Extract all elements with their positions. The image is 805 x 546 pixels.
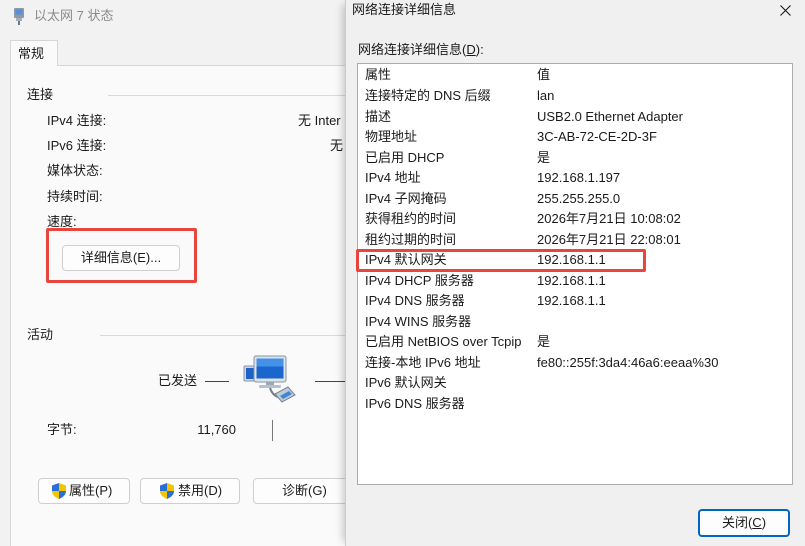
row-property: IPv6 默认网关: [365, 375, 447, 390]
row-value: 是: [537, 149, 551, 165]
received-dash: [315, 381, 345, 382]
row-property: 物理地址: [365, 129, 418, 144]
properties-button[interactable]: 属性(P): [38, 478, 130, 504]
row-property: IPv4 子网掩码: [365, 190, 447, 206]
tab-general-label: 常规: [18, 46, 45, 61]
column-header-value[interactable]: 值: [537, 64, 550, 86]
list-label-suffix: ):: [475, 42, 484, 57]
row-value: 255.255.255.0: [537, 190, 621, 206]
row-property: 已启用 DHCP: [365, 149, 445, 165]
close-button-access-key: C: [752, 515, 762, 530]
shield-icon: [52, 483, 66, 499]
diagnose-button[interactable]: 诊断(G): [253, 478, 353, 504]
list-label-access-key: D: [466, 42, 476, 57]
properties-button-label: 属性(P): [69, 483, 113, 498]
row-property: 租约过期的时间: [365, 231, 457, 247]
detail-row[interactable]: IPv4 DHCP 服务器 192.168.1.1: [358, 271, 792, 292]
ethernet-adapter-icon: [12, 7, 26, 25]
list-label-text: 网络连接详细信息(: [358, 42, 467, 57]
row-value: 192.168.1.1: [537, 272, 606, 288]
close-icon[interactable]: [770, 0, 800, 21]
row-property: IPv4 DNS 服务器: [365, 293, 465, 308]
row-value: 2026年7月21日 22:08:01: [537, 231, 681, 247]
details-list-label: 网络连接详细信息(D):: [358, 42, 484, 58]
duration-label: 持续时间:: [47, 189, 103, 204]
ipv4-connectivity-value: 无 Inter: [298, 113, 341, 128]
detail-row[interactable]: 描述 USB2.0 Ethernet Adapter: [358, 107, 792, 128]
close-button-suffix: ): [761, 515, 767, 530]
row-property: IPv4 地址: [365, 170, 421, 185]
close-button[interactable]: 关闭(C): [698, 509, 790, 537]
ipv4-connectivity-label: IPv4 连接:: [47, 113, 107, 128]
sent-dash: [205, 381, 229, 382]
row-property: 获得租约的时间: [365, 211, 457, 226]
detail-row[interactable]: IPv4 DNS 服务器 192.168.1.1: [358, 291, 792, 312]
row-value: 2026年7月21日 10:08:02: [537, 211, 681, 226]
row-property: IPv4 DHCP 服务器: [365, 272, 474, 288]
details-list[interactable]: 属性 值 连接特定的 DNS 后缀 lan 描述 USB2.0 Ethernet Ad…: [356, 63, 793, 485]
row-property: 已启用 NetBIOS over Tcpip: [365, 334, 522, 349]
detail-row[interactable]: IPv6 DNS 服务器: [358, 394, 792, 415]
detail-row[interactable]: 连接特定的 DNS 后缀 lan: [358, 86, 792, 107]
shield-icon: [160, 483, 174, 499]
detail-row[interactable]: 租约过期的时间 2026年7月21日 22:08:01: [358, 230, 792, 251]
row-value: USB2.0 Ethernet Adapter: [537, 108, 683, 124]
row-value: 是: [537, 334, 551, 349]
detail-row[interactable]: 已启用 NetBIOS over Tcpip 是: [358, 332, 792, 353]
detail-row[interactable]: IPv4 默认网关 192.168.1.1: [356, 249, 792, 272]
dialog-title: 网络连接详细信息: [352, 2, 457, 17]
row-property: IPv4 WINS 服务器: [365, 313, 472, 329]
row-value: 192.168.1.197: [537, 170, 621, 185]
close-button-label: 关闭(: [721, 515, 753, 530]
diagnose-button-label: 诊断(G): [282, 483, 327, 498]
detail-row[interactable]: 连接-本地 IPv6 地址 fe80::255f:3da4:46a6:eeaa%3…: [358, 353, 792, 374]
connection-group-heading: 连接: [27, 87, 54, 102]
media-state-label: 媒体状态:: [47, 163, 103, 178]
details-rows: 连接特定的 DNS 后缀 lan 描述 USB2.0 Ethernet Adapter…: [356, 86, 792, 415]
bytes-sent-value: 11,760: [197, 422, 236, 437]
detail-row[interactable]: 物理地址 3C-AB-72-CE-2D-3F: [358, 127, 792, 148]
list-header: 属性 值: [358, 64, 792, 86]
details-button-highlight-box: [46, 228, 197, 283]
row-value: 3C-AB-72-CE-2D-3F: [537, 129, 657, 144]
row-value: 192.168.1.1: [537, 252, 606, 267]
status-window-title: 以太网 7 状态: [34, 8, 114, 23]
row-property: 连接-本地 IPv6 地址: [365, 354, 481, 370]
disable-button-label: 禁用(D): [178, 483, 223, 498]
detail-row[interactable]: 获得租约的时间 2026年7月21日 10:08:02: [358, 209, 792, 230]
sent-label: 已发送: [158, 373, 198, 388]
disable-button[interactable]: 禁用(D): [140, 478, 240, 504]
row-value: 192.168.1.1: [537, 293, 606, 308]
detail-row[interactable]: 已启用 DHCP 是: [358, 148, 792, 169]
bytes-divider: [272, 420, 273, 441]
row-property: 描述: [365, 108, 392, 124]
row-property: IPv4 默认网关: [365, 252, 447, 267]
ipv6-connectivity-label: IPv6 连接:: [47, 138, 107, 153]
column-header-property[interactable]: 属性: [365, 64, 391, 86]
row-property: 连接特定的 DNS 后缀: [365, 88, 491, 103]
network-connection-icon: [242, 354, 298, 406]
network-connection-details-dialog: 网络连接详细信息 网络连接详细信息(D): 属性 值 连接特定的 DNS 后缀 l…: [345, 0, 805, 546]
tab-general[interactable]: 常规: [10, 40, 58, 66]
bytes-label: 字节:: [47, 422, 77, 437]
row-property: IPv6 DNS 服务器: [365, 395, 465, 411]
activity-group-heading: 活动: [27, 327, 54, 342]
ipv6-connectivity-value: 无: [330, 138, 344, 153]
detail-row[interactable]: IPv4 地址 192.168.1.197: [358, 168, 792, 189]
detail-row[interactable]: IPv6 默认网关: [358, 373, 792, 394]
row-value: fe80::255f:3da4:46a6:eeaa%30: [537, 354, 719, 370]
detail-row[interactable]: IPv4 WINS 服务器: [358, 312, 792, 333]
row-value: lan: [537, 88, 555, 103]
detail-row[interactable]: IPv4 子网掩码 255.255.255.0: [358, 189, 792, 210]
